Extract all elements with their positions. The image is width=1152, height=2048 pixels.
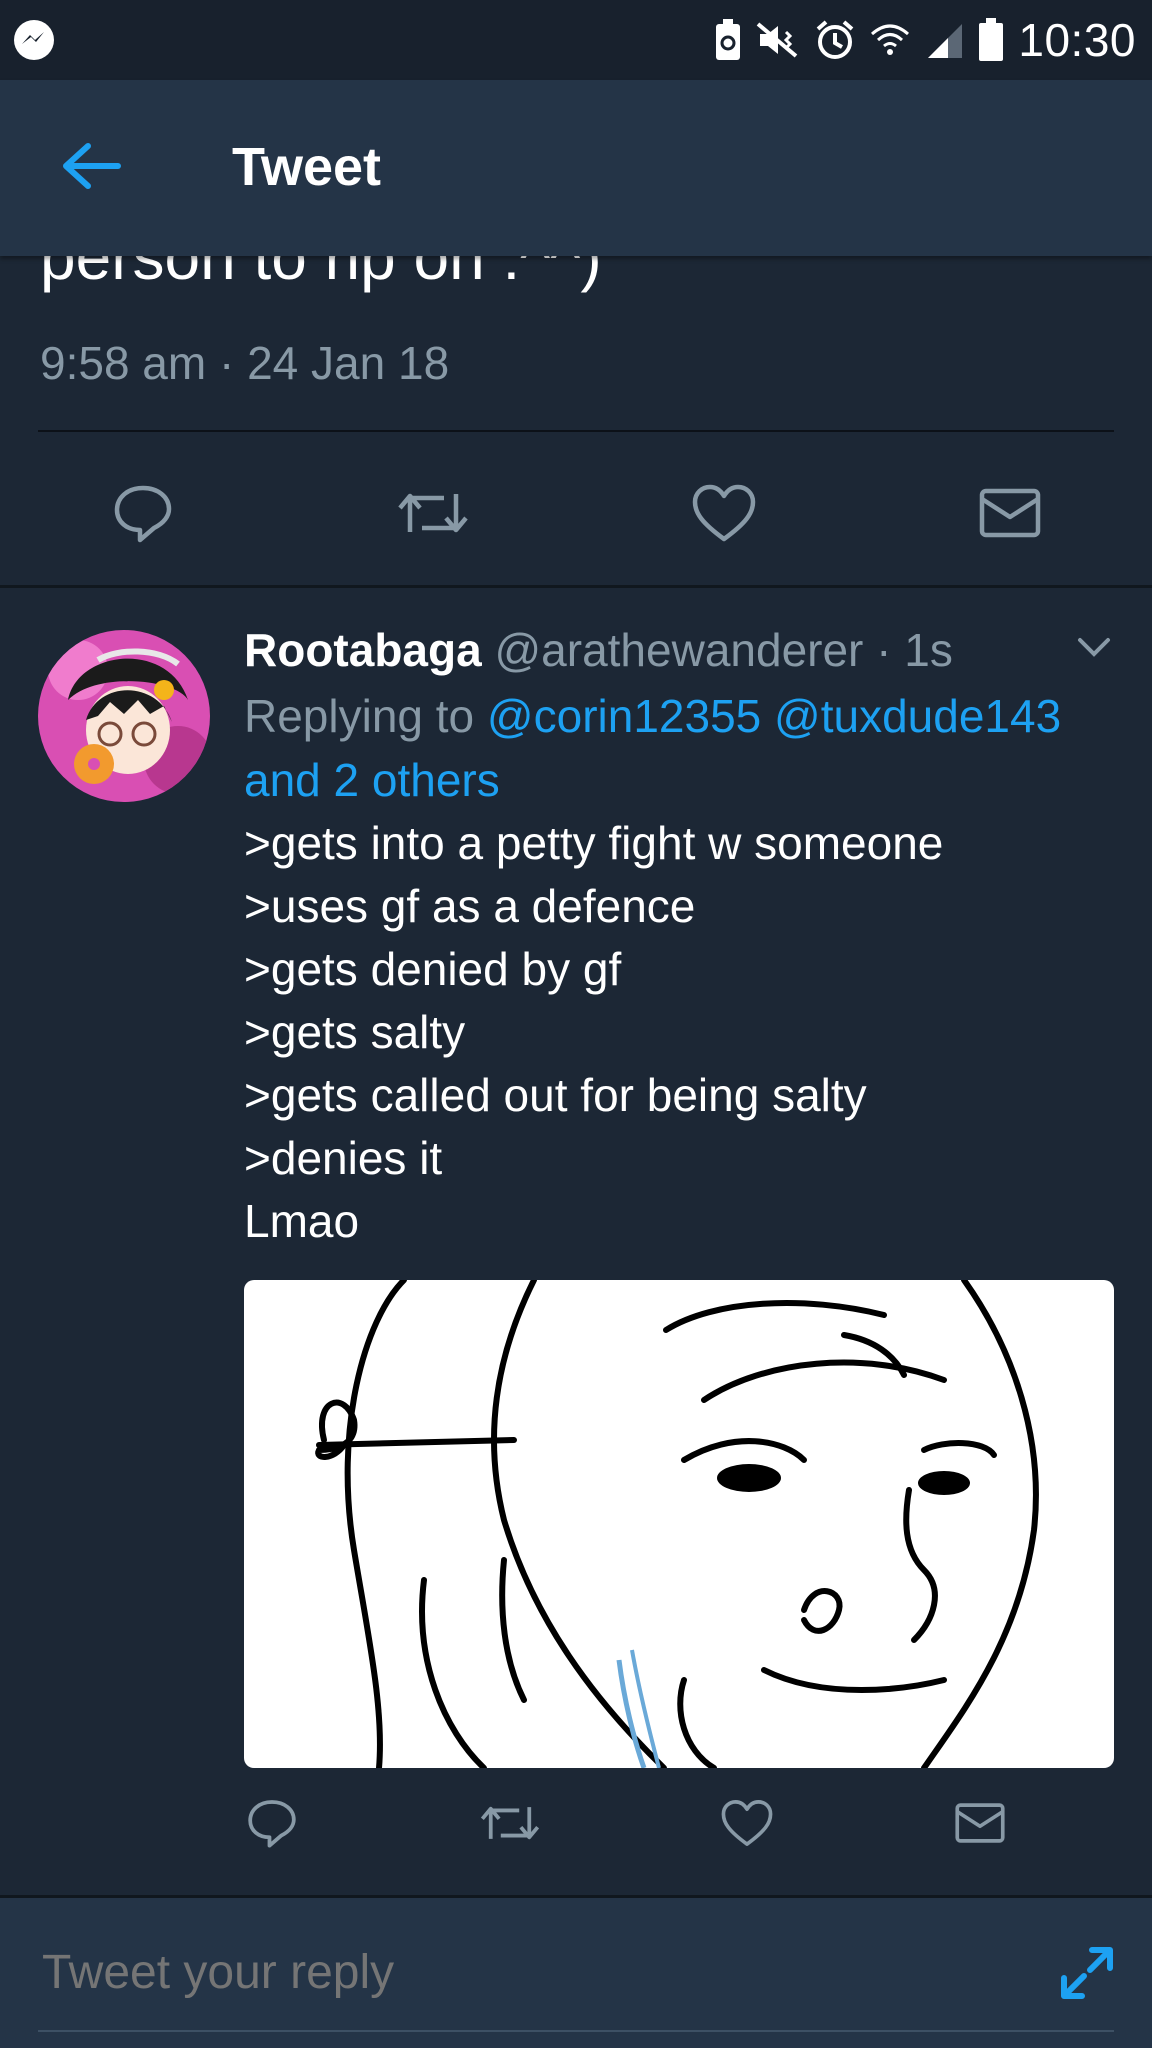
previous-tweet-actions: [112, 468, 1042, 558]
message-icon: [979, 488, 1041, 538]
previous-tweet-text: person to rip on :^^): [40, 256, 602, 293]
reply-tweet[interactable]: Rootabaga @arathewanderer · 1s Replying …: [0, 590, 1152, 1898]
retweet-icon: [398, 493, 468, 533]
replying-to: Replying to @corin12355 @tuxdude143 and …: [244, 684, 1114, 812]
tweet-line: >gets denied by gf: [244, 943, 622, 995]
status-bar: 10:30: [0, 0, 1152, 80]
like-icon: [721, 1800, 773, 1846]
handle-time: @arathewanderer · 1s: [494, 624, 953, 676]
message-button[interactable]: [954, 1800, 1006, 1846]
battery-icon: [979, 18, 1004, 61]
reply-button[interactable]: [246, 1797, 298, 1849]
like-button[interactable]: [721, 1798, 773, 1848]
retweet-button[interactable]: [479, 1797, 541, 1849]
tweet-line: >uses gf as a defence: [244, 880, 696, 932]
tweet-header: Rootabaga @arathewanderer · 1s: [244, 620, 1114, 680]
reply-icon: [248, 1800, 296, 1848]
signal-icon: [928, 24, 963, 58]
like-button[interactable]: [692, 483, 756, 543]
battery-saver-icon: [716, 19, 741, 60]
mention-link[interactable]: @corin12355: [487, 690, 761, 742]
previous-tweet: person to rip on :^^) 9:58 am · 24 Jan 1…: [0, 256, 1152, 586]
arrow-left-icon: [63, 143, 121, 189]
reply-composer: [0, 1898, 1152, 2048]
back-button[interactable]: [56, 138, 126, 194]
replying-to-label: Replying to: [244, 690, 475, 742]
chevron-down-icon[interactable]: [1074, 632, 1114, 662]
alarm-icon: [817, 20, 854, 59]
reply-tweet-actions: [246, 1778, 1006, 1868]
display-name[interactable]: Rootabaga: [244, 624, 482, 676]
like-icon: [692, 484, 756, 542]
retweet-button[interactable]: [396, 482, 470, 544]
previous-tweet-timestamp: 9:58 am · 24 Jan 18: [40, 337, 450, 389]
mute-vibrate-icon: [757, 22, 798, 58]
expand-composer-button[interactable]: [1060, 1946, 1114, 2005]
avatar[interactable]: [38, 630, 210, 802]
wifi-icon: [871, 24, 910, 55]
message-button[interactable]: [978, 485, 1042, 541]
tweet-line: >gets into a petty fight w someone: [244, 817, 944, 869]
page-title: Tweet: [232, 137, 382, 197]
input-underline: [38, 2030, 1114, 2032]
reply-icon: [114, 485, 172, 543]
tweet-line: >denies it: [244, 1132, 443, 1184]
tweet-line: >gets called out for being salty: [244, 1069, 867, 1121]
reply-button[interactable]: [112, 482, 174, 544]
expand-icon: [1061, 1947, 1113, 1999]
divider: [0, 585, 1152, 588]
app-bar: Tweet: [0, 80, 1152, 256]
mention-link[interactable]: @tuxdude143: [774, 690, 1061, 742]
messenger-icon: [14, 20, 54, 60]
retweet-icon: [480, 1806, 539, 1840]
tweet-text: >gets into a petty fight w someone >uses…: [244, 812, 1114, 1253]
reply-input[interactable]: [40, 1944, 944, 2001]
tweet-line: >gets salty: [244, 1006, 466, 1058]
others-link[interactable]: and 2 others: [244, 754, 500, 806]
clock: 10:30: [1018, 14, 1136, 66]
tweet-line: Lmao: [244, 1195, 360, 1247]
tweet-media-image[interactable]: [244, 1280, 1114, 1768]
divider: [38, 430, 1114, 432]
message-icon: [955, 1803, 1005, 1843]
